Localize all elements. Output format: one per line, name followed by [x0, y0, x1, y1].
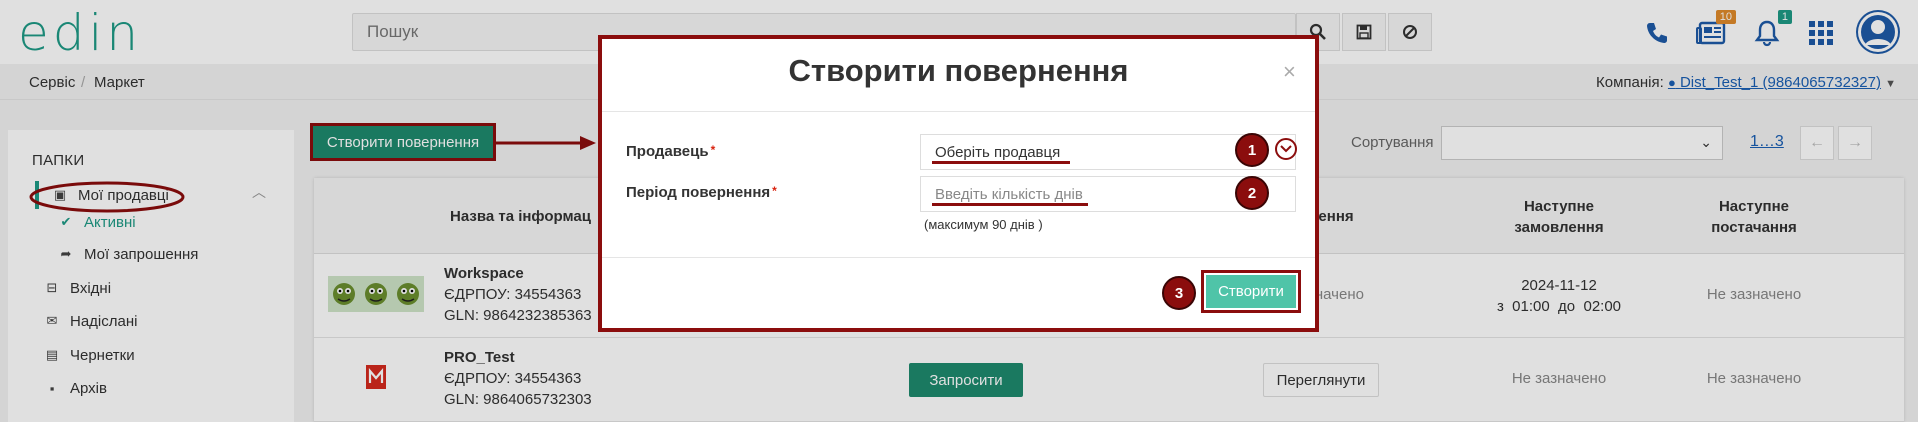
- period-hint: (максимум 90 днів ): [924, 217, 1043, 232]
- seller-label: Продавець *: [626, 143, 716, 160]
- annotation-underline: [932, 161, 1070, 164]
- modal-title: Створити повернення: [788, 53, 1129, 88]
- modal-header-divider: [602, 111, 1315, 112]
- step-marker-1: 1: [1235, 133, 1269, 167]
- chevron-down-icon[interactable]: [1275, 138, 1297, 160]
- close-icon[interactable]: ×: [1283, 59, 1296, 85]
- period-input-placeholder: Введіть кількість днів: [935, 186, 1083, 203]
- period-label: Період повернення *: [626, 184, 777, 201]
- create-return-modal: Створити повернення × Продавець * Оберіть…: [598, 35, 1319, 332]
- modal-footer-divider: [602, 257, 1315, 258]
- submit-highlight: Створити: [1201, 270, 1301, 313]
- create-submit-button[interactable]: Створити: [1206, 275, 1296, 308]
- step-marker-2: 2: [1235, 176, 1269, 210]
- annotation-underline: [932, 203, 1088, 206]
- seller-select-value: Оберіть продавця: [935, 144, 1061, 161]
- step-marker-3: 3: [1162, 276, 1196, 310]
